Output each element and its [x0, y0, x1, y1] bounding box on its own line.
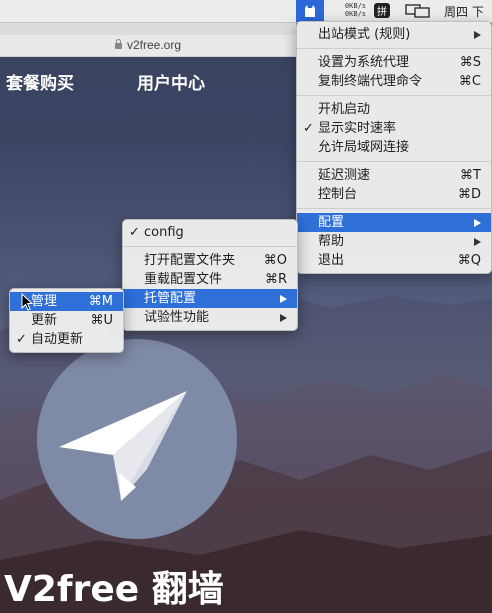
menu-separator [297, 95, 491, 96]
lock-icon [114, 39, 122, 49]
menu-item-dashboard[interactable]: 控制台 ⌘D [297, 185, 491, 204]
menu-shortcut: ⌘M [88, 294, 113, 309]
menu-item-allow-lan[interactable]: 允许局域网连接 [297, 138, 491, 157]
menu-item-label: 允许局域网连接 [318, 140, 410, 155]
display-mirror-icon[interactable] [405, 4, 431, 18]
menu-shortcut: ⌘D [457, 187, 481, 202]
menu-item-label: 配置 [318, 215, 345, 230]
url-display[interactable]: v2free.org [0, 38, 296, 52]
menubar-clock[interactable]: 周四 下 [444, 3, 484, 20]
menu-item-show-speed[interactable]: ✓ 显示实时速率 [297, 119, 491, 138]
hero-title: V2free 翻墙 [4, 569, 224, 610]
menu-separator [123, 246, 297, 247]
menu-item-open-config-folder[interactable]: 打开配置文件夹 ⌘O [123, 251, 297, 270]
menu-shortcut: ⌘C [458, 74, 481, 89]
menu-item-label: 控制台 [318, 187, 358, 202]
download-speed: 0KB/s [344, 10, 366, 18]
submenu-arrow-icon [474, 238, 481, 246]
menu-item-outbound-mode[interactable]: 出站模式 (规则) [297, 25, 491, 44]
menu-item-label: 出站模式 (规则) [318, 27, 411, 42]
menu-item-label: 更新 [31, 313, 58, 328]
menu-item-quit[interactable]: 退出 ⌘Q [297, 251, 491, 270]
menu-bar: 0KB/s 0KB/s 拼 周四 下 [0, 0, 492, 23]
input-method-icon[interactable]: 拼 [374, 3, 390, 18]
menu-item-label: 设置为系统代理 [318, 55, 410, 70]
url-text: v2free.org [126, 38, 182, 52]
browser-tab-strip [0, 23, 296, 35]
menu-item-label: 管理 [31, 294, 58, 309]
menu-separator [297, 48, 491, 49]
submenu-arrow-icon [280, 295, 287, 303]
nav-link-user-center[interactable]: 用户中心 [137, 69, 205, 94]
menu-item-config-file[interactable]: ✓ config [123, 223, 297, 242]
menu-item-set-system-proxy[interactable]: 设置为系统代理 ⌘S [297, 53, 491, 72]
menu-item-update[interactable]: 更新 ⌘U [10, 311, 123, 330]
checkmark-icon: ✓ [129, 225, 140, 240]
menu-separator [297, 161, 491, 162]
menu-item-label: 试验性功能 [144, 310, 210, 325]
menu-item-reload-config[interactable]: 重载配置文件 ⌘R [123, 270, 297, 289]
upload-speed: 0KB/s [344, 2, 366, 10]
site-navigation: 套餐购买 用户中心 [0, 57, 296, 97]
menu-item-label: 托管配置 [144, 291, 197, 306]
submenu-arrow-icon [280, 314, 287, 322]
menu-item-help[interactable]: 帮助 [297, 232, 491, 251]
menu-item-label: 显示实时速率 [318, 121, 397, 136]
tray-main-menu: 出站模式 (规则) 设置为系统代理 ⌘S 复制终端代理命令 ⌘C 开机启动 ✓ 显示实… [296, 21, 492, 274]
paper-plane-icon [59, 391, 187, 501]
menu-item-managed-config[interactable]: 托管配置 [123, 289, 297, 308]
menu-shortcut: ⌘T [460, 168, 481, 183]
cat-icon [305, 5, 315, 17]
menu-item-experimental[interactable]: 试验性功能 [123, 308, 297, 327]
menu-item-label: 复制终端代理命令 [318, 74, 423, 89]
menu-shortcut: ⌘R [264, 272, 287, 287]
menu-item-latency-test[interactable]: 延迟测速 ⌘T [297, 166, 491, 185]
menu-item-label: 重载配置文件 [144, 272, 223, 287]
menu-item-copy-terminal-command[interactable]: 复制终端代理命令 ⌘C [297, 72, 491, 91]
menu-item-label: 退出 [318, 253, 345, 268]
menu-item-launch-at-login[interactable]: 开机启动 [297, 100, 491, 119]
nav-link-plans[interactable]: 套餐购买 [6, 69, 74, 94]
menu-item-label: 帮助 [318, 234, 345, 249]
menu-item-label: 开机启动 [318, 102, 371, 117]
menu-item-label: 延迟测速 [318, 168, 371, 183]
checkmark-icon: ✓ [16, 332, 27, 347]
menu-item-label: 打开配置文件夹 [144, 253, 236, 268]
menu-item-auto-update[interactable]: ✓ 自动更新 [10, 330, 123, 349]
menu-separator [297, 208, 491, 209]
submenu-arrow-icon [474, 31, 481, 39]
menu-item-label: 自动更新 [31, 332, 84, 347]
speed-indicator: 0KB/s 0KB/s [326, 2, 366, 18]
menu-item-config[interactable]: 配置 [297, 213, 491, 232]
v2ray-app-icon[interactable] [296, 0, 324, 22]
menu-shortcut: ⌘O [263, 253, 287, 268]
menu-shortcut: ⌘Q [457, 253, 481, 268]
checkmark-icon: ✓ [303, 121, 314, 136]
menu-item-label: config [144, 225, 184, 240]
menu-shortcut: ⌘S [459, 55, 481, 70]
config-submenu: ✓ config 打开配置文件夹 ⌘O 重载配置文件 ⌘R 托管配置 试验性功能 [122, 219, 298, 331]
menu-shortcut: ⌘U [90, 313, 113, 328]
submenu-arrow-icon [474, 219, 481, 227]
mouse-pointer-icon [21, 293, 33, 311]
